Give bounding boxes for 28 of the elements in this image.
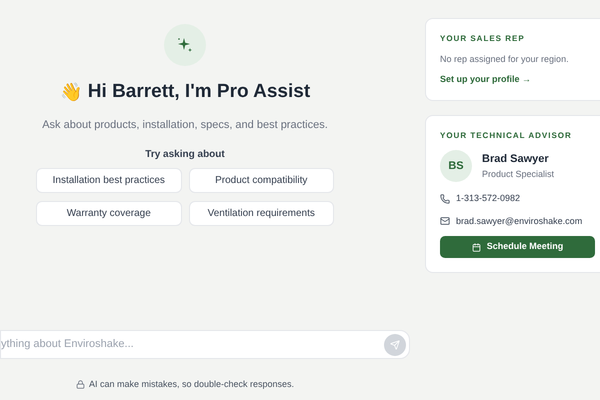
advisor-role: Product Specialist [482, 168, 554, 181]
advisor-name: Brad Sawyer [482, 152, 550, 167]
phone-number: 1-313-572-0982 [456, 192, 520, 205]
suggestion-chip[interactable]: Ventilation requirements [188, 201, 334, 226]
phone-icon [440, 194, 450, 204]
card-heading: YOUR TECHNICAL ADVISOR [440, 130, 573, 142]
email-address: brad.sawyer@enviroshake.com [456, 214, 582, 228]
suggestions-heading: Try asking about [145, 148, 225, 162]
send-icon [390, 340, 400, 350]
no-rep-message: No rep assigned for your region. [440, 53, 570, 66]
disclaimer-text: AI can make mistakes, so double-check responses. [88, 378, 294, 391]
greeting-title: Hi Barrett, I'm Pro Assist [88, 80, 310, 104]
waving-hand-emoji: 👋 [60, 80, 82, 104]
suggestion-chip[interactable]: Product compatibility [188, 168, 334, 193]
avatar: BS [440, 150, 472, 182]
mail-icon [440, 216, 450, 226]
message-field[interactable]: ything about Enviroshake... [0, 330, 410, 359]
message-input[interactable]: ything about Enviroshake... [1, 336, 384, 353]
suggestion-chip[interactable]: Installation best practices [36, 168, 182, 193]
calendar-icon [472, 242, 481, 252]
greeting-subtitle: Ask about products, installation, specs, and best practices. [42, 118, 328, 132]
profile-link[interactable]: Set up your profile → [440, 72, 595, 86]
sparkle-icon [176, 36, 194, 54]
suggestion-chip[interactable]: Warranty coverage [36, 201, 182, 226]
card-heading: YOUR SALES REP [440, 33, 526, 45]
lock-icon [76, 380, 85, 390]
schedule-meeting-button[interactable]: Schedule Meeting [440, 236, 595, 258]
send-button[interactable] [384, 334, 406, 356]
